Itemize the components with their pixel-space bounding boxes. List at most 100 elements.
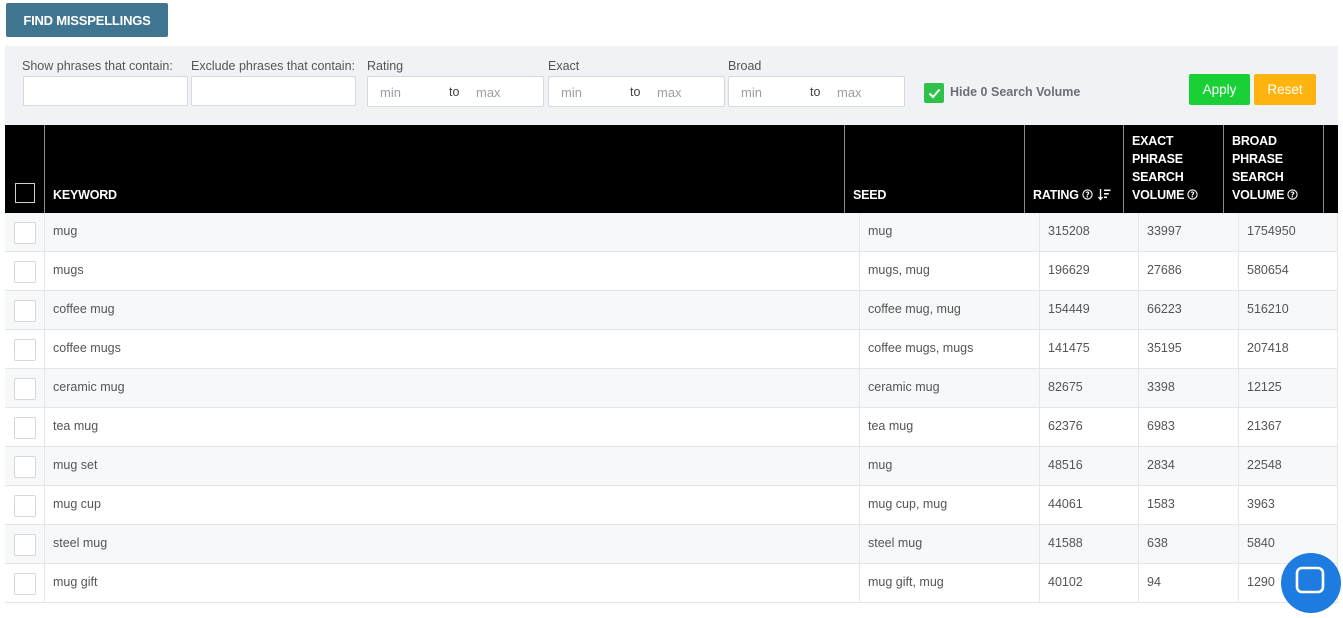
row-select-cell (5, 369, 45, 407)
help-icon[interactable]: ? (1187, 189, 1198, 200)
cell-seed: mug (860, 447, 1040, 485)
cell-keyword: mugs (45, 252, 860, 290)
broad-label: Broad (728, 59, 762, 73)
show-phrases-input[interactable] (23, 76, 188, 106)
table-header: KEYWORD SEED RATING ? EXACT PHRASE SEARC… (5, 125, 1338, 213)
row-select-cell (5, 564, 45, 602)
cell-keyword: steel mug (45, 525, 860, 563)
cell-seed: mug gift, mug (860, 564, 1040, 602)
row-select-cell (5, 408, 45, 446)
hide-zero-volume-checkbox[interactable] (924, 83, 944, 103)
table-body: mug mug 315208 33997 1754950 mugs mugs, mug 196… (5, 213, 1338, 603)
checkmark-icon (928, 88, 940, 98)
sort-descending-icon[interactable] (1098, 188, 1111, 201)
cell-rating: 82675 (1040, 369, 1139, 407)
chat-launcher[interactable] (1281, 553, 1341, 613)
cell-seed: mugs, mug (860, 252, 1040, 290)
cell-rating: 48516 (1040, 447, 1139, 485)
exact-label: Exact (548, 59, 580, 73)
cell-rating: 141475 (1040, 330, 1139, 368)
cell-exact: 27686 (1139, 252, 1239, 290)
exclude-phrases-input[interactable] (191, 76, 356, 106)
table-row[interactable]: mugs mugs, mug 196629 27686 580654 (5, 252, 1338, 291)
reset-button[interactable]: Reset (1254, 74, 1316, 105)
cell-exact: 2834 (1139, 447, 1239, 485)
cell-rating: 196629 (1040, 252, 1139, 290)
row-checkbox[interactable] (14, 534, 36, 556)
row-select-cell (5, 330, 45, 368)
cell-exact: 3398 (1139, 369, 1239, 407)
cell-keyword: tea mug (45, 408, 860, 446)
cell-seed: mug (860, 213, 1040, 251)
rating-max-input[interactable] (476, 83, 536, 101)
header-exact-label: EXACT PHRASE SEARCH VOLUME (1132, 134, 1185, 202)
cell-rating: 315208 (1040, 213, 1139, 251)
filter-bar: Show phrases that contain: Exclude phras… (5, 46, 1338, 125)
broad-min-input[interactable] (741, 83, 801, 101)
row-checkbox[interactable] (14, 417, 36, 439)
table-row[interactable]: mug mug 315208 33997 1754950 (5, 213, 1338, 252)
cell-seed: coffee mug, mug (860, 291, 1040, 329)
table-row[interactable]: tea mug tea mug 62376 6983 21367 (5, 408, 1338, 447)
exact-to-label: to (630, 85, 641, 99)
header-select-cell (5, 125, 45, 213)
exact-max-input[interactable] (657, 83, 717, 101)
cell-seed: tea mug (860, 408, 1040, 446)
cell-keyword: mug (45, 213, 860, 251)
find-misspellings-button[interactable]: FIND MISSPELLINGS (6, 3, 168, 37)
cell-exact: 33997 (1139, 213, 1239, 251)
svg-text:?: ? (1291, 190, 1295, 199)
exact-range: to (548, 76, 725, 107)
header-scroll-spacer (1324, 125, 1338, 213)
header-broad-label: BROAD PHRASE SEARCH VOLUME (1232, 134, 1285, 202)
table-row[interactable]: mug gift mug gift, mug 40102 94 1290 (5, 564, 1338, 603)
broad-max-input[interactable] (837, 83, 897, 101)
svg-text:?: ? (1086, 190, 1090, 199)
header-rating[interactable]: RATING ? (1025, 125, 1124, 213)
table-row[interactable]: steel mug steel mug 41588 638 5840 (5, 525, 1338, 564)
row-select-cell (5, 525, 45, 563)
cell-keyword: coffee mugs (45, 330, 860, 368)
header-broad-volume[interactable]: BROAD PHRASE SEARCH VOLUME ? (1224, 125, 1324, 213)
rating-min-input[interactable] (380, 83, 440, 101)
table-row[interactable]: mug set mug 48516 2834 22548 (5, 447, 1338, 486)
cell-broad: 516210 (1239, 291, 1338, 329)
header-seed-label: SEED (853, 188, 887, 202)
chat-icon (1295, 566, 1325, 594)
rating-range: to (367, 76, 544, 107)
cell-keyword: mug gift (45, 564, 860, 602)
cell-keyword: coffee mug (45, 291, 860, 329)
exact-min-input[interactable] (561, 83, 621, 101)
header-keyword[interactable]: KEYWORD (45, 125, 845, 213)
cell-exact: 35195 (1139, 330, 1239, 368)
row-checkbox[interactable] (14, 222, 36, 244)
cell-broad: 12125 (1239, 369, 1338, 407)
row-checkbox[interactable] (14, 300, 36, 322)
header-rating-label: RATING (1033, 188, 1079, 202)
table-row[interactable]: ceramic mug ceramic mug 82675 3398 12125 (5, 369, 1338, 408)
row-checkbox[interactable] (14, 378, 36, 400)
help-icon[interactable]: ? (1287, 189, 1298, 200)
cell-exact: 638 (1139, 525, 1239, 563)
header-exact-volume[interactable]: EXACT PHRASE SEARCH VOLUME ? (1124, 125, 1224, 213)
cell-seed: ceramic mug (860, 369, 1040, 407)
row-checkbox[interactable] (14, 261, 36, 283)
apply-button[interactable]: Apply (1189, 74, 1250, 105)
cell-keyword: ceramic mug (45, 369, 860, 407)
help-icon[interactable]: ? (1082, 189, 1093, 200)
table-row[interactable]: coffee mugs coffee mugs, mugs 141475 35195 2… (5, 330, 1338, 369)
row-checkbox[interactable] (14, 339, 36, 361)
rating-label: Rating (367, 59, 404, 73)
row-checkbox[interactable] (14, 456, 36, 478)
table-row[interactable]: mug cup mug cup, mug 44061 1583 3963 (5, 486, 1338, 525)
header-seed[interactable]: SEED (845, 125, 1025, 213)
row-select-cell (5, 447, 45, 485)
cell-seed: steel mug (860, 525, 1040, 563)
cell-broad: 207418 (1239, 330, 1338, 368)
table-row[interactable]: coffee mug coffee mug, mug 154449 66223 5162… (5, 291, 1338, 330)
select-all-checkbox[interactable] (15, 183, 35, 203)
cell-rating: 40102 (1040, 564, 1139, 602)
cell-broad: 21367 (1239, 408, 1338, 446)
cell-exact: 94 (1139, 564, 1239, 602)
row-checkbox[interactable] (14, 495, 36, 517)
